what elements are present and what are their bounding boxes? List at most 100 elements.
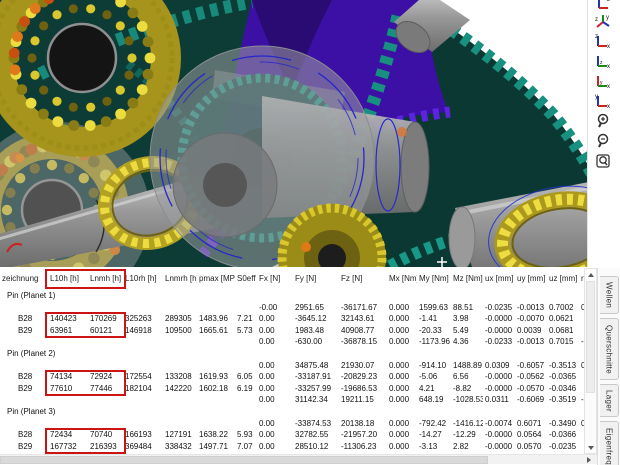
side-tab-lager[interactable]: Lager [600, 384, 619, 417]
value-cell: -0.0562 [515, 371, 547, 383]
scroll-up-button[interactable] [585, 269, 596, 280]
value-cell [235, 360, 257, 372]
value-cell [88, 336, 123, 348]
view-isometric-icon[interactable]: zy [594, 12, 614, 30]
group-row[interactable]: Pin (Planet 1) [0, 290, 584, 302]
value-cell: -792.42 [417, 418, 451, 430]
value-cell: 72434 [48, 429, 88, 441]
value-cell: 127191 [163, 429, 197, 441]
zoom-window-icon[interactable] [594, 152, 614, 170]
value-cell: 0.000 [387, 313, 417, 325]
view-top-yx-icon[interactable]: xy [594, 72, 614, 90]
value-cell: 0.0311 [483, 394, 515, 406]
value-cell: 1497.71 [197, 441, 235, 453]
value-cell: -11306.23 [339, 441, 387, 453]
value-cell: -33874.53 [293, 418, 339, 430]
row-name-cell: B28 [0, 313, 48, 325]
value-cell: 21930.07 [339, 360, 387, 372]
value-cell: 1665.61 [197, 325, 235, 337]
value-cell: -0.3513 [547, 360, 579, 372]
table-row[interactable]: B281404231702693252632893051483.967.210.… [0, 313, 584, 325]
value-cell: 172554 [123, 371, 163, 383]
table-horizontal-scrollbar[interactable] [0, 454, 597, 464]
column-header: S0eff [235, 273, 257, 285]
group-row[interactable]: Pin (Planet 2) [0, 348, 584, 360]
value-cell [123, 360, 163, 372]
value-cell: 0.00 [257, 371, 293, 383]
value-cell: -14.27 [417, 429, 451, 441]
value-cell: -0.0000 [483, 441, 515, 453]
view-left-yx-icon[interactable]: xy [594, 92, 614, 110]
value-cell: 0.00 [257, 360, 293, 372]
table-row[interactable]: B2872434707401661931271911638.225.930.00… [0, 429, 584, 441]
table-row[interactable]: -0.002951.65-36171.670.0001599.6388.51-0… [0, 302, 584, 314]
value-cell: 133208 [163, 371, 197, 383]
group-row[interactable]: Pin (Planet 3) [0, 406, 584, 418]
value-cell: -0.00 [257, 302, 293, 314]
column-header: Fx [N] [257, 273, 293, 285]
value-cell: 5.93 [235, 429, 257, 441]
value-cell: 0.7002 [547, 302, 579, 314]
group-label: Pin (Planet 2) [0, 348, 48, 360]
value-cell: 182104 [123, 383, 163, 395]
value-cell: 7.07 [235, 441, 257, 453]
value-cell: 40908.77 [339, 325, 387, 337]
svg-text:y: y [606, 15, 609, 21]
table-row[interactable]: B291677322163933694843384321497.717.070.… [0, 441, 584, 453]
value-cell: 0.00 [257, 394, 293, 406]
value-cell: 60121 [88, 325, 123, 337]
value-cell: 166193 [123, 429, 163, 441]
side-tab-querschnitte[interactable]: Querschnitte [600, 318, 619, 380]
side-tab-wellen[interactable]: Wellen [600, 276, 619, 314]
row-name-cell [0, 336, 48, 348]
table-row[interactable]: B2963961601211469181095001665.615.730.00… [0, 325, 584, 337]
table-row[interactable]: 0.0031142.3419211.150.000648.19-1028.530… [0, 394, 584, 406]
value-cell: -36878.15 [339, 336, 387, 348]
table-row[interactable]: 0.00-33874.5320138.180.000-792.42-1416.1… [0, 418, 584, 430]
value-cell: 1983.48 [293, 325, 339, 337]
value-cell: -0.0365 [547, 371, 579, 383]
value-cell: 0.000 [387, 360, 417, 372]
svg-text:x: x [607, 84, 610, 89]
table-row[interactable]: B2874134729241725541332081619.936.050.00… [0, 371, 584, 383]
value-cell: 32143.61 [339, 313, 387, 325]
scroll-down-button[interactable] [585, 442, 596, 453]
3d-model-viewport[interactable] [0, 0, 588, 267]
value-cell: 325263 [123, 313, 163, 325]
value-cell: -5.06 [417, 371, 451, 383]
value-cell: 77610 [48, 383, 88, 395]
zoom-in-icon[interactable] [594, 112, 614, 130]
side-tab-strip: Wellen Querschnitte Lager Eigenfrequenzen [597, 268, 620, 465]
value-cell: 74134 [48, 371, 88, 383]
value-cell: -1416.12 [451, 418, 483, 430]
value-cell: 0.00 [257, 336, 293, 348]
value-cell: -0.0013 [515, 302, 547, 314]
side-tab-eigenfrequenzen[interactable]: Eigenfrequenzen [600, 421, 619, 465]
column-header: Lnmrh [h] [163, 273, 197, 285]
value-cell [88, 394, 123, 406]
value-cell: 0.00 [257, 383, 293, 395]
table-vertical-scrollbar[interactable] [584, 268, 597, 454]
right-arrow-icon [587, 457, 591, 463]
table-row[interactable]: 0.0034875.4821930.070.000-914.101488.890… [0, 360, 584, 372]
zoom-out-icon[interactable] [594, 132, 614, 150]
value-cell: -1173.96 [417, 336, 451, 348]
value-cell: -0.0013 [515, 336, 547, 348]
value-cell: 0.00 [257, 429, 293, 441]
table-row[interactable]: 0.00-630.00-36878.150.000-1173.964.36-0.… [0, 336, 584, 348]
value-cell: 31142.34 [293, 394, 339, 406]
horizontal-scroll-thumb[interactable] [0, 456, 488, 464]
table-row[interactable]: B2977610774461821041422201602.186.190.00… [0, 383, 584, 395]
value-cell: -3645.12 [293, 313, 339, 325]
value-cell: -0.0570 [515, 383, 547, 395]
vertical-scroll-thumb[interactable] [586, 281, 595, 393]
scroll-right-button[interactable] [583, 456, 595, 464]
view-right-zx-icon[interactable]: xz [594, 52, 614, 70]
view-orientation-1-icon[interactable]: z [594, 0, 614, 11]
value-cell [48, 302, 88, 314]
value-cell: -20.33 [417, 325, 451, 337]
view-front-zx-icon[interactable]: xz [594, 32, 614, 50]
value-cell: -1028.53 [451, 394, 483, 406]
value-cell [235, 418, 257, 430]
value-cell [235, 336, 257, 348]
